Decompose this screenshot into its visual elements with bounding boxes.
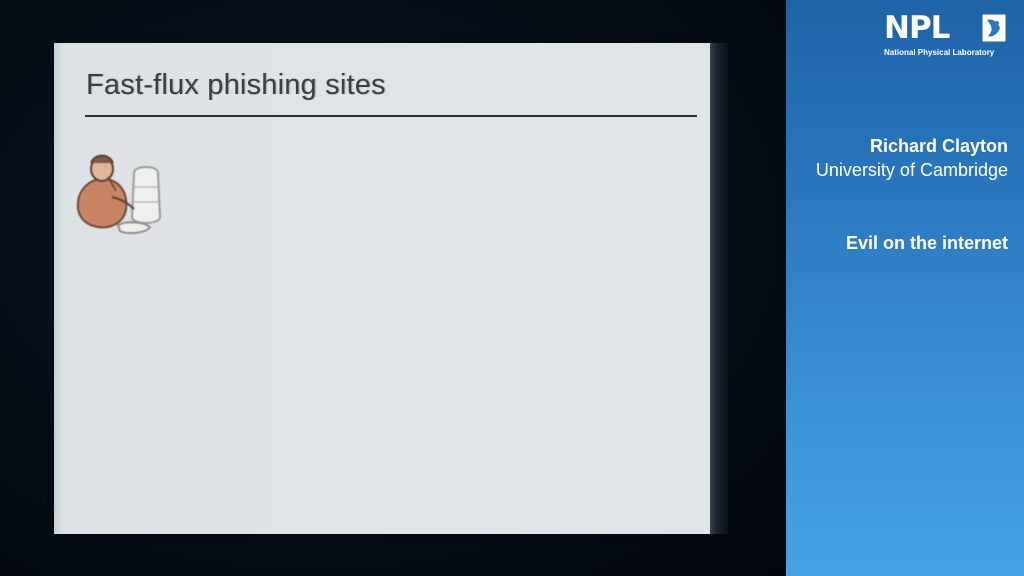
npl-logo-letters: NPL xyxy=(884,10,950,46)
speaker-affiliation: University of Cambridge xyxy=(815,160,1008,180)
npl-logo: NPL National Physical Laboratory xyxy=(884,12,1008,58)
speaker-name: Richard Clayton xyxy=(869,136,1008,156)
npl-crest-icon xyxy=(982,14,1006,42)
slide-screen-edge xyxy=(710,43,728,534)
video-frame: Fast-flux phishing sites NPL National Ph… xyxy=(0,0,1024,576)
slide-title: Fast-flux phishing sites xyxy=(86,69,386,101)
title-divider xyxy=(85,115,697,117)
person-with-bottle-clipart-icon xyxy=(76,154,162,235)
branding-sidebar: NPL National Physical Laboratory Richard… xyxy=(786,0,1024,576)
presentation-slide: Fast-flux phishing sites xyxy=(54,43,710,534)
npl-logo-subtitle: National Physical Laboratory xyxy=(884,48,995,57)
talk-title: Evil on the internet xyxy=(845,233,1008,253)
projection-area: Fast-flux phishing sites xyxy=(0,0,786,576)
